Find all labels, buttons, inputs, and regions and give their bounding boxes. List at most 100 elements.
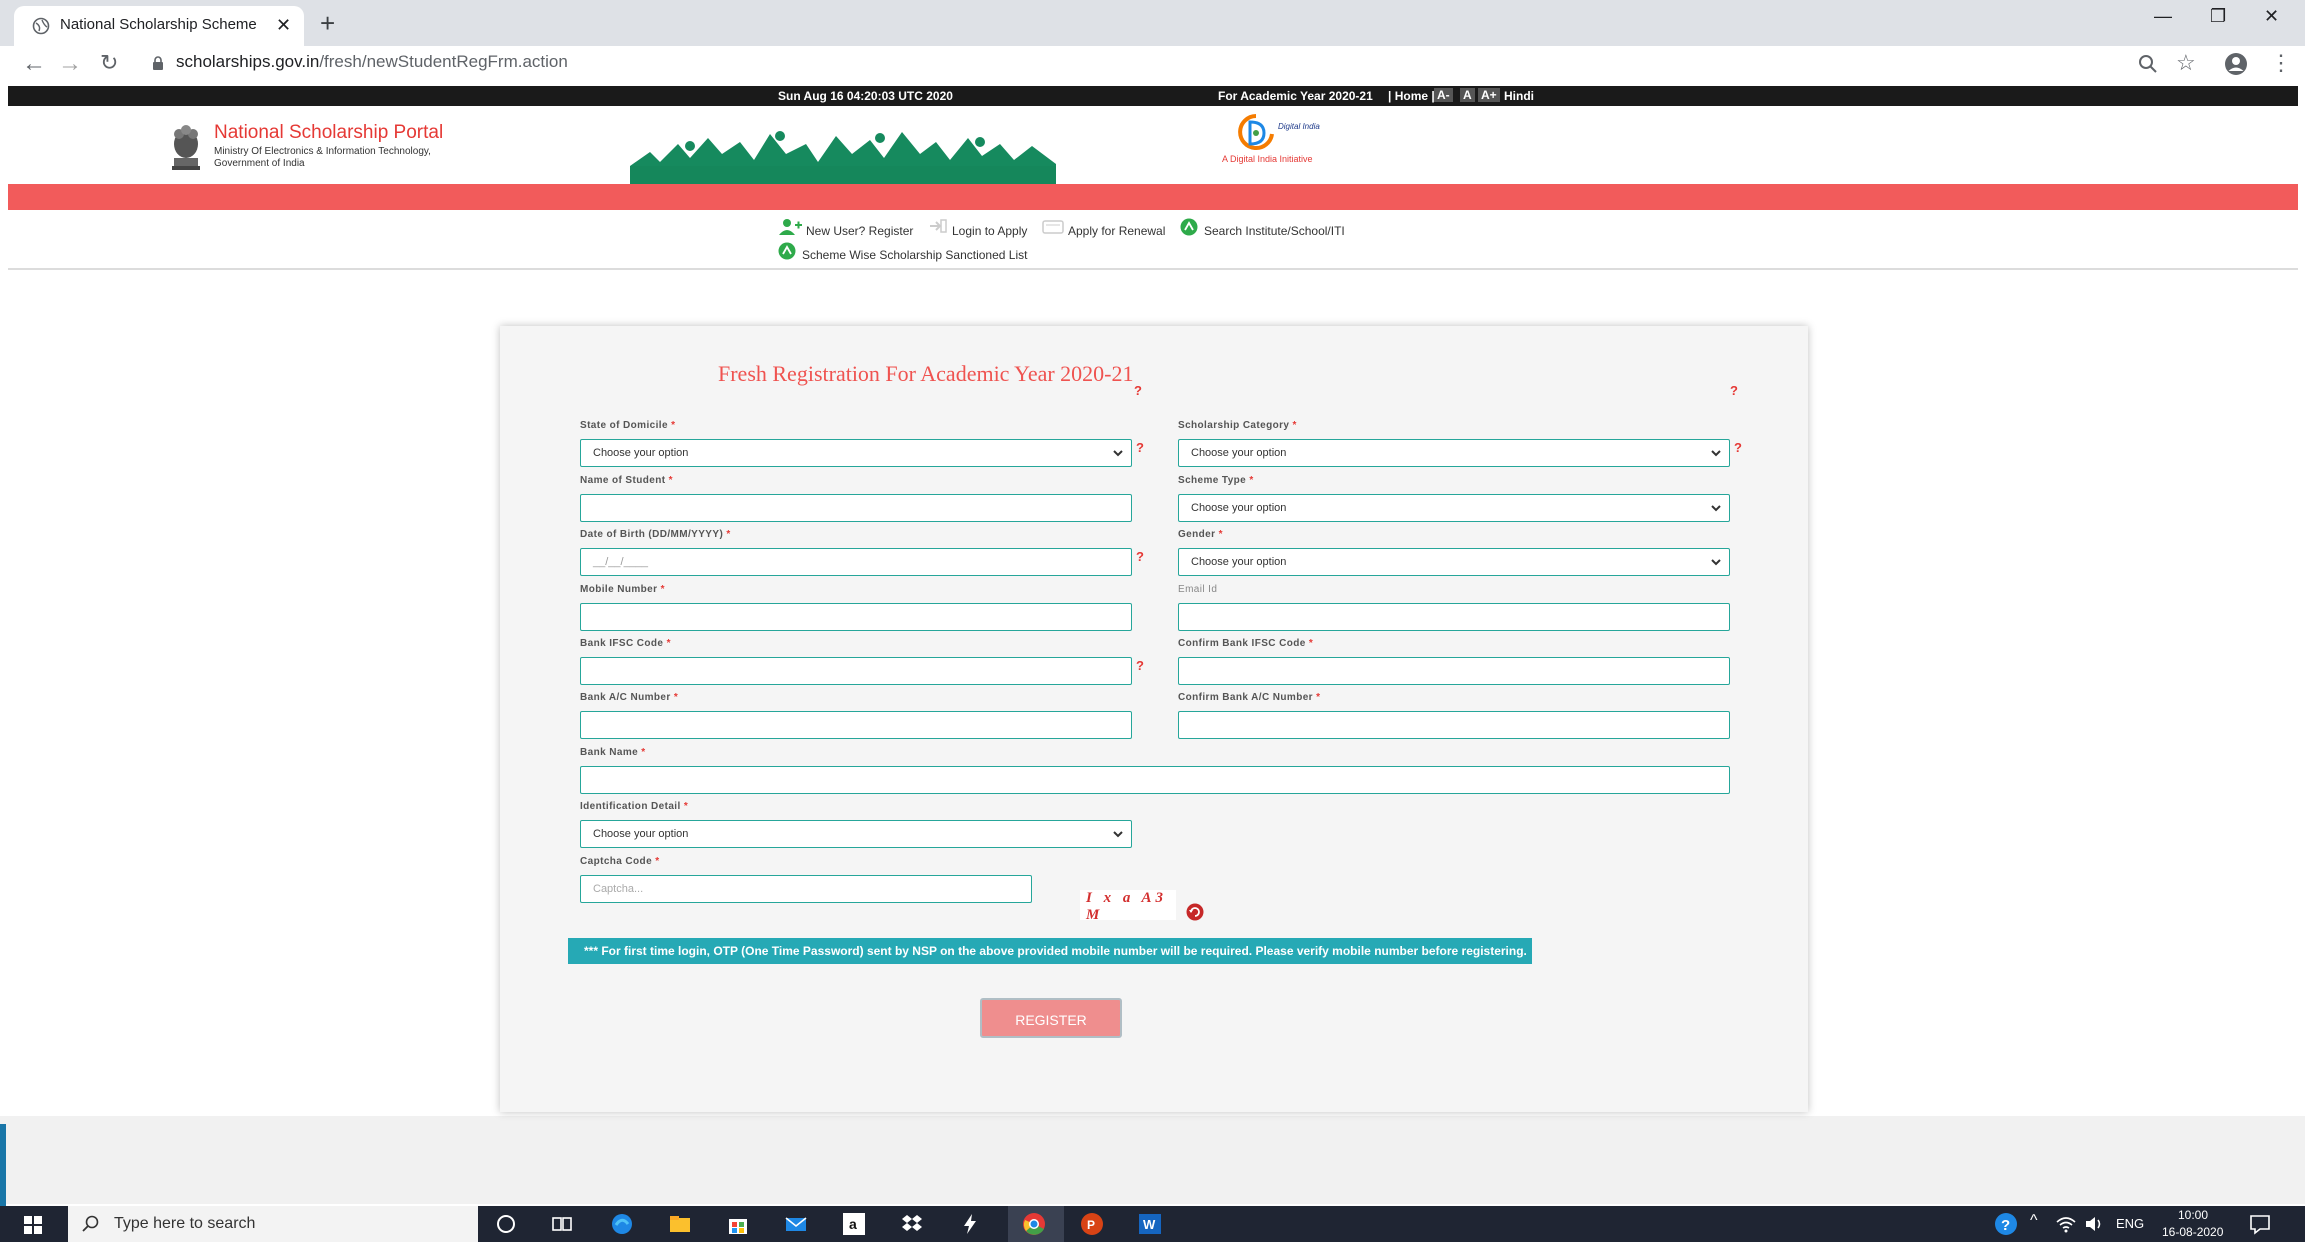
page-footer-area (0, 1116, 2305, 1204)
bolt-app-icon[interactable] (958, 1212, 982, 1236)
dob-input[interactable]: __/__/____ (580, 548, 1132, 576)
nav-search-institute[interactable]: Search Institute/School/ITI (1204, 224, 1345, 238)
restore-button[interactable]: ❐ (2210, 6, 2226, 27)
search-icon (82, 1215, 100, 1233)
browser-menu-icon[interactable]: ⋮ (2270, 50, 2292, 76)
ministry-line-2: Government of India (214, 158, 305, 169)
word-icon[interactable]: W (1138, 1212, 1162, 1236)
svg-text:a: a (849, 1216, 857, 1232)
students-banner-illustration (630, 124, 1056, 184)
taskbar-search-box[interactable]: Type here to search (68, 1206, 478, 1242)
captcha-input[interactable]: Captcha... (580, 875, 1032, 903)
font-increase-button[interactable]: A+ (1478, 88, 1500, 102)
student-name-label: Name of Student * (580, 475, 673, 486)
chrome-icon[interactable] (1022, 1212, 1046, 1236)
volume-icon[interactable] (2082, 1212, 2106, 1236)
identification-label: Identification Detail * (580, 801, 689, 812)
dob-help-icon[interactable]: ? (1136, 549, 1144, 564)
confirm-account-input[interactable] (1178, 711, 1730, 739)
right-help-icon[interactable]: ? (1730, 383, 1738, 398)
dropbox-icon[interactable] (900, 1212, 924, 1236)
add-user-icon (778, 218, 802, 236)
cortana-icon[interactable] (494, 1212, 518, 1236)
amazon-icon[interactable]: a (842, 1212, 866, 1236)
digital-india-logo-text: Digital India (1278, 122, 1320, 131)
window-edge-strip (0, 1124, 6, 1206)
email-label: Email Id (1178, 584, 1218, 595)
zoom-icon[interactable] (2138, 54, 2158, 74)
gender-label: Gender * (1178, 529, 1223, 540)
scheme-list-icon (778, 242, 796, 260)
browser-tab[interactable]: National Scholarship Scheme ✕ (14, 6, 304, 46)
wifi-icon[interactable] (2054, 1212, 2078, 1236)
state-help-icon[interactable]: ? (1136, 440, 1144, 455)
ifsc-input[interactable] (580, 657, 1132, 685)
confirm-account-label: Confirm Bank A/C Number * (1178, 692, 1321, 703)
chevron-down-icon (1709, 446, 1723, 460)
scheme-type-select[interactable]: Choose your option (1178, 494, 1730, 522)
category-help-icon[interactable]: ? (1734, 440, 1742, 455)
notifications-icon[interactable] (2248, 1212, 2272, 1236)
profile-avatar-icon[interactable] (2224, 52, 2248, 76)
browser-toolbar: ← → ↻ scholarships.gov.in/fresh/newStude… (0, 46, 2305, 84)
account-number-label: Bank A/C Number * (580, 692, 679, 703)
address-bar[interactable]: scholarships.gov.in/fresh/newStudentRegF… (176, 52, 568, 72)
tab-close-icon[interactable]: ✕ (276, 15, 291, 36)
identification-select[interactable]: Choose your option (580, 820, 1132, 848)
email-input[interactable] (1178, 603, 1730, 631)
gender-select[interactable]: Choose your option (1178, 548, 1730, 576)
nav-new-user-register[interactable]: New User? Register (806, 224, 913, 238)
windows-start-icon[interactable] (24, 1216, 42, 1234)
globe-icon (32, 17, 50, 35)
font-decrease-button[interactable]: A- (1434, 88, 1453, 102)
ifsc-label: Bank IFSC Code * (580, 638, 671, 649)
windows-taskbar: Type here to search a P W ? ^ ENG 10:00 … (0, 1206, 2305, 1242)
scholarship-category-select[interactable]: Choose your option (1178, 439, 1730, 467)
lock-icon (152, 56, 164, 70)
edge-browser-icon[interactable] (610, 1212, 634, 1236)
svg-text:?: ? (2001, 1217, 2010, 1234)
help-icon[interactable]: ? (1994, 1212, 2018, 1236)
close-window-button[interactable]: ✕ (2264, 6, 2279, 27)
student-name-input[interactable] (580, 494, 1132, 522)
file-explorer-icon[interactable] (668, 1212, 692, 1236)
powerpoint-icon[interactable]: P (1080, 1212, 1104, 1236)
reload-icon[interactable]: ↻ (100, 50, 118, 76)
title-help-icon[interactable]: ? (1134, 383, 1142, 398)
register-button[interactable]: REGISTER (980, 998, 1122, 1038)
back-arrow-icon[interactable]: ← (22, 50, 46, 78)
new-tab-button[interactable]: + (320, 8, 335, 39)
captcha-image: I x a A3 M (1080, 890, 1176, 923)
ifsc-help-icon[interactable]: ? (1136, 658, 1144, 673)
store-icon[interactable] (726, 1212, 750, 1236)
mail-icon[interactable] (784, 1212, 808, 1236)
mobile-number-input[interactable] (580, 603, 1132, 631)
nav-apply-for-renewal[interactable]: Apply for Renewal (1068, 224, 1165, 238)
svg-text:P: P (1087, 1218, 1095, 1232)
account-number-input[interactable] (580, 711, 1132, 739)
font-normal-button[interactable]: A (1460, 88, 1475, 102)
otp-notice: *** For first time login, OTP (One Time … (568, 938, 1532, 964)
nav-scheme-wise-list[interactable]: Scheme Wise Scholarship Sanctioned List (802, 248, 1027, 262)
minimize-button[interactable]: — (2154, 6, 2172, 27)
confirm-ifsc-input[interactable] (1178, 657, 1730, 685)
task-view-icon[interactable] (550, 1212, 574, 1236)
bank-name-label: Bank Name * (580, 747, 646, 758)
state-select[interactable]: Choose your option (580, 439, 1132, 467)
chevron-up-icon[interactable]: ^ (2030, 1212, 2038, 1230)
hindi-language-link[interactable]: Hindi (1504, 89, 1534, 103)
chevron-down-icon (1709, 555, 1723, 569)
home-link[interactable]: | Home | (1388, 89, 1435, 103)
search-institute-icon (1180, 218, 1198, 236)
refresh-captcha-icon[interactable] (1186, 903, 1204, 921)
server-datetime: Sun Aug 16 04:20:03 UTC 2020 (778, 89, 953, 103)
bank-name-input[interactable] (580, 766, 1730, 794)
forward-arrow-icon[interactable]: → (58, 50, 82, 78)
nav-login-to-apply[interactable]: Login to Apply (952, 224, 1027, 238)
portal-title: National Scholarship Portal (214, 122, 444, 143)
clock-date[interactable]: 16-08-2020 (2162, 1225, 2223, 1239)
clock-time[interactable]: 10:00 (2178, 1208, 2208, 1222)
bookmark-star-icon[interactable]: ☆ (2176, 50, 2196, 76)
browser-tab-strip (0, 0, 2305, 46)
language-indicator[interactable]: ENG (2116, 1216, 2144, 1231)
